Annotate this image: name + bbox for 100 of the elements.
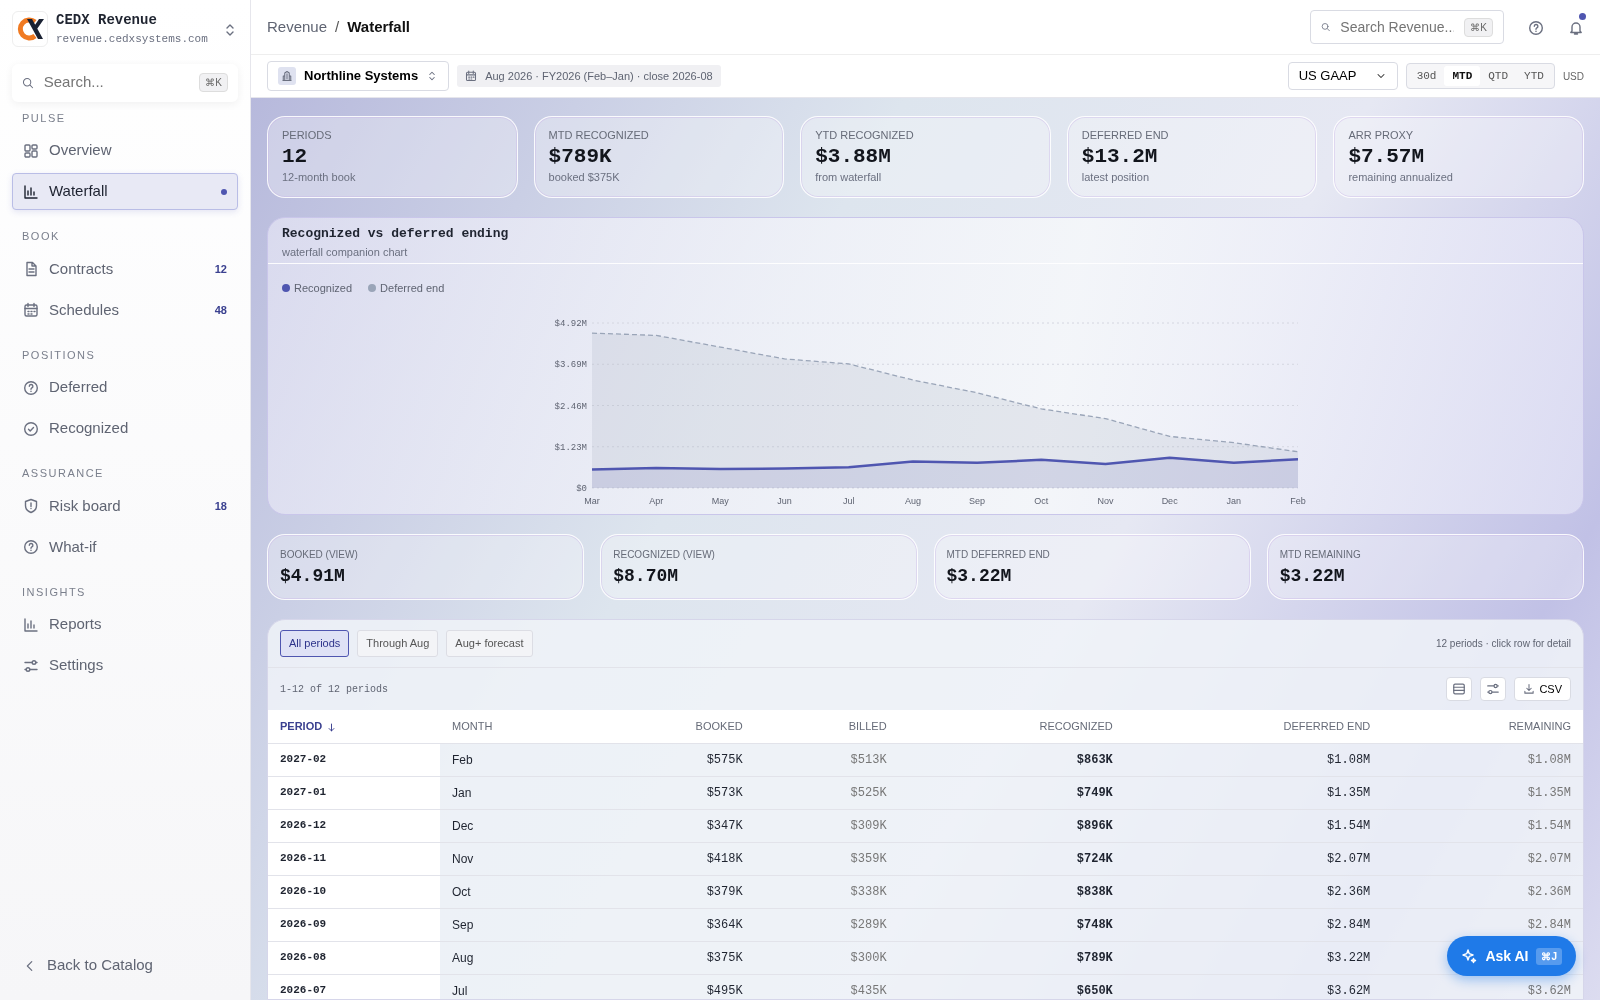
y-tick-label: $3.69M bbox=[554, 359, 587, 370]
table-cell: Nov bbox=[440, 842, 590, 875]
kpi-caption: booked $375K bbox=[548, 169, 621, 185]
section-title: ASSURANCE bbox=[22, 466, 105, 481]
table-cell: $1.35M bbox=[1124, 776, 1383, 809]
density-button[interactable] bbox=[1446, 677, 1473, 701]
section-title: PULSE bbox=[22, 110, 67, 126]
nav-item[interactable]: Deferred bbox=[12, 369, 238, 406]
table-cell: Jan bbox=[440, 776, 590, 809]
table-cell: $3.22M bbox=[1124, 941, 1383, 974]
table-cell: 2026-07 bbox=[268, 974, 440, 999]
count-label: 48 bbox=[214, 302, 227, 318]
back-link[interactable]: Back to Catalog bbox=[12, 947, 238, 984]
range-tab[interactable]: 30d bbox=[1408, 65, 1445, 87]
table-cell: 2027-01 bbox=[268, 776, 440, 809]
nav-item[interactable]: Reports bbox=[12, 606, 238, 643]
nav-item[interactable]: What-if bbox=[12, 528, 238, 566]
column-header[interactable]: RECOGNIZED bbox=[898, 710, 1125, 743]
grid-icon bbox=[23, 142, 39, 159]
calendar-icon bbox=[23, 302, 39, 318]
table-cell: Aug bbox=[440, 941, 590, 974]
summary-label: RECOGNIZED (VIEW) bbox=[613, 548, 716, 562]
kpi-caption: latest position bbox=[1081, 169, 1151, 185]
table-cell: $3.62M bbox=[1124, 974, 1383, 999]
ask-ai-button[interactable]: Ask AI ⌘J bbox=[1447, 936, 1576, 976]
columns-button[interactable] bbox=[1480, 677, 1507, 701]
entity-selector[interactable]: Northline Systems bbox=[267, 61, 450, 91]
table-cell: 2026-09 bbox=[268, 908, 440, 941]
filter-tab[interactable]: All periods bbox=[280, 630, 350, 657]
summary-value: $3.22M bbox=[1279, 566, 1346, 588]
kpi-value: $789K bbox=[548, 143, 613, 169]
x-tick-label: Nov bbox=[1097, 495, 1114, 506]
table-cell: Sep bbox=[440, 908, 590, 941]
table-cell: $749K bbox=[898, 776, 1125, 809]
nav-item[interactable]: Contracts 12 bbox=[12, 250, 238, 288]
column-header[interactable]: PERIOD bbox=[268, 710, 440, 743]
table-cell: $2.36M bbox=[1124, 875, 1383, 908]
legend-item: Deferred end bbox=[368, 280, 445, 297]
filter-tab[interactable]: Through Aug bbox=[357, 630, 439, 657]
x-tick-label: Jun bbox=[777, 495, 792, 506]
table-cell: $1.54M bbox=[1124, 809, 1383, 842]
nav-item[interactable]: Settings bbox=[12, 647, 238, 684]
filter-tab[interactable]: Aug+ forecast bbox=[446, 630, 533, 657]
table-cell: 2026-08 bbox=[268, 941, 440, 974]
row-count: 1-12 of 12 periods bbox=[280, 682, 389, 697]
count-label: 18 bbox=[214, 498, 227, 514]
breadcrumb-link[interactable]: Revenue bbox=[267, 15, 328, 39]
summary-value: $8.70M bbox=[613, 566, 680, 588]
question-icon bbox=[23, 379, 39, 396]
kpi-value: $3.88M bbox=[815, 143, 892, 169]
shortcut-key: ⌘J bbox=[1536, 947, 1562, 965]
logo bbox=[12, 10, 48, 47]
column-header[interactable]: REMAINING bbox=[1382, 710, 1583, 743]
bar-chart-icon bbox=[23, 616, 39, 633]
search-field[interactable]: Search Revenue... ⌘K bbox=[1310, 10, 1504, 44]
search-input[interactable]: Search... bbox=[41, 70, 192, 95]
y-tick-label: $2.46M bbox=[554, 401, 587, 411]
table-cell: $2.07M bbox=[1382, 842, 1583, 875]
brand-name: CEDX Revenue bbox=[56, 11, 158, 30]
nav-item[interactable]: Overview bbox=[12, 132, 238, 169]
range-tab[interactable]: MTD bbox=[1444, 65, 1481, 87]
table-cell: $748K bbox=[898, 908, 1125, 941]
table-cell: 2026-12 bbox=[268, 809, 440, 842]
x-tick-label: Mar bbox=[584, 495, 600, 506]
calendar-icon bbox=[465, 70, 478, 82]
kpi-label: PERIODS bbox=[282, 128, 333, 143]
column-header[interactable]: DEFERRED END bbox=[1124, 710, 1383, 743]
sparkle-icon bbox=[1461, 948, 1478, 964]
kpi-caption: 12-month book bbox=[282, 169, 357, 185]
nav-item[interactable]: Waterfall bbox=[12, 173, 238, 210]
nav-item[interactable]: Schedules 48 bbox=[12, 291, 238, 329]
section-title: POSITIONS bbox=[22, 347, 97, 363]
column-header[interactable]: BILLED bbox=[754, 710, 899, 743]
nav-item[interactable]: Risk board 18 bbox=[12, 487, 238, 525]
x-tick-label: Dec bbox=[1161, 495, 1178, 506]
shortcut-key: ⌘K bbox=[1464, 17, 1493, 37]
active-dot bbox=[221, 188, 227, 195]
summary-value: $3.22M bbox=[946, 566, 1013, 588]
kpi-label: MTD RECOGNIZED bbox=[548, 128, 650, 143]
summary-label: MTD DEFERRED END bbox=[946, 548, 1051, 562]
search-field[interactable]: Search... ⌘K bbox=[12, 63, 238, 102]
column-header[interactable]: MONTH bbox=[440, 710, 590, 743]
table-cell: 2026-10 bbox=[268, 875, 440, 908]
range-tab[interactable]: QTD bbox=[1480, 65, 1517, 87]
standard-dropdown[interactable]: US GAAP bbox=[1287, 62, 1398, 90]
breadcrumb-current: Waterfall bbox=[347, 16, 410, 37]
column-header[interactable]: BOOKED bbox=[589, 710, 755, 743]
chart-title: Recognized vs deferred ending bbox=[282, 225, 510, 243]
csv-button[interactable]: CSV bbox=[1514, 677, 1571, 701]
summary-label: BOOKED (VIEW) bbox=[280, 548, 359, 562]
building-icon bbox=[278, 67, 296, 85]
search-input[interactable]: Search Revenue... bbox=[1338, 15, 1457, 39]
nav-item[interactable]: Recognized bbox=[12, 410, 238, 447]
table-cell: $364K bbox=[589, 908, 755, 941]
kpi-label: ARR PROXY bbox=[1348, 128, 1415, 143]
range-tab[interactable]: YTD bbox=[1516, 65, 1552, 87]
x-tick-label: Jul bbox=[842, 495, 855, 506]
kpi-value: $13.2M bbox=[1081, 143, 1159, 169]
table-cell: $650K bbox=[898, 974, 1125, 999]
chart-subtitle: waterfall companion chart bbox=[282, 244, 409, 260]
